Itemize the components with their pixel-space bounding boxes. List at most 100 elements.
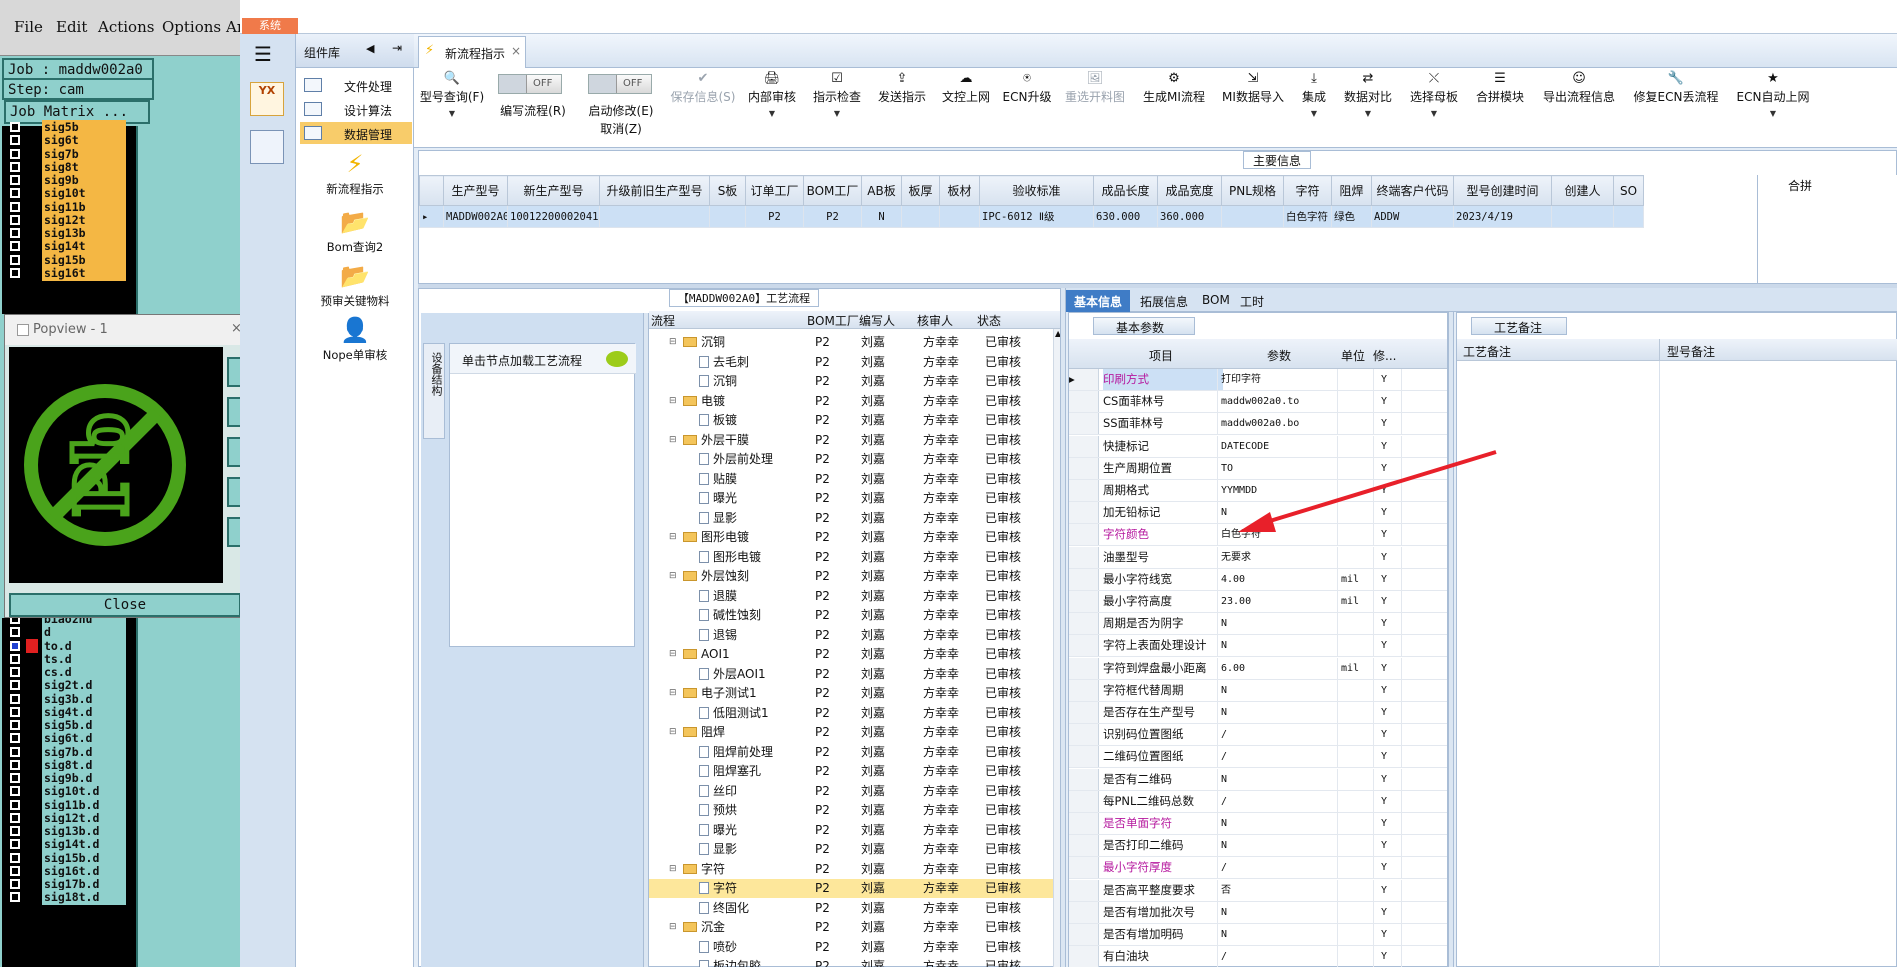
main-info-header[interactable]: 字符 — [1283, 175, 1332, 206]
tree-row[interactable]: 曝光 P2 刘嘉 方幸幸 已审核 — [649, 489, 1053, 508]
main-info-header[interactable]: 新生产型号 — [507, 175, 600, 206]
main-info-cell[interactable] — [1613, 205, 1644, 228]
tool-nope-review[interactable]: 👤 Nope单审核 — [296, 316, 414, 363]
tree-row[interactable]: 喷砂 P2 刘嘉 方幸幸 已审核 — [649, 938, 1053, 957]
popview-canvas[interactable]: Pb — [9, 347, 223, 583]
layer-checkbox[interactable] — [10, 826, 20, 836]
main-info-cell[interactable]: IPC-6012 Ⅱ级 — [979, 205, 1094, 228]
lib-item-file-processing[interactable]: 文件处理 — [300, 74, 412, 96]
param-row[interactable]: 是否打印二维码 N Y — [1069, 835, 1447, 858]
tree-row[interactable]: 板镀 P2 刘嘉 方幸幸 已审核 — [649, 411, 1053, 430]
collapse-icon[interactable]: ⊟ — [669, 333, 677, 352]
param-value[interactable]: maddw002a0.bo — [1221, 413, 1341, 434]
main-info-cell[interactable]: MADDW002A0 — [443, 205, 508, 228]
collapse-icon[interactable]: ⊟ — [669, 645, 677, 664]
param-value[interactable]: N — [1221, 835, 1341, 856]
param-row[interactable]: CS面菲林号 maddw002a0.to Y — [1069, 391, 1447, 414]
main-info-cell[interactable]: ADDW — [1371, 205, 1454, 228]
layer-checkbox[interactable] — [10, 241, 20, 252]
param-value[interactable]: N — [1221, 635, 1341, 656]
toolbar-button-13[interactable]: ☰ 合拼模块 — [1470, 68, 1530, 144]
tree-row[interactable]: 贴膜 P2 刘嘉 方幸幸 已审核 — [649, 470, 1053, 489]
yx-module-icon[interactable]: YX — [250, 82, 284, 116]
layer-checkbox[interactable] — [10, 733, 20, 744]
main-info-header[interactable]: 创建人 — [1551, 175, 1614, 206]
param-value[interactable]: / — [1221, 857, 1341, 878]
main-info-cell[interactable] — [939, 205, 980, 228]
param-value[interactable]: 6.00 — [1221, 658, 1341, 679]
comment-bubble-icon[interactable] — [606, 351, 628, 367]
tree-row[interactable]: 板边包胶 P2 刘嘉 方幸幸 已审核 — [649, 957, 1053, 967]
param-row[interactable]: 最小字符厚度 / Y — [1069, 857, 1447, 880]
tree-row[interactable]: 碱性蚀刻 P2 刘嘉 方幸幸 已审核 — [649, 606, 1053, 625]
layer-checkbox[interactable] — [10, 706, 20, 717]
param-row[interactable]: 周期是否为阴字 N Y — [1069, 613, 1447, 636]
layer-checkbox[interactable] — [10, 148, 20, 159]
craft-splitter[interactable] — [1448, 312, 1454, 967]
tool-new-flow[interactable]: ⚡ 新流程指示 — [296, 150, 414, 197]
main-info-cell[interactable]: 2023/4/19 — [1453, 205, 1552, 228]
toolbar-button-14[interactable]: ☺ 导出流程信息 — [1534, 68, 1624, 144]
layer-row[interactable]: sig18t.d — [2, 890, 152, 906]
tree-row[interactable]: 显影 P2 刘嘉 方幸幸 已审核 — [649, 509, 1053, 528]
popview-close-button[interactable]: Close — [9, 593, 241, 617]
start-modify-label[interactable]: 启动修改(E) — [580, 102, 662, 119]
layer-checkbox[interactable] — [10, 254, 20, 265]
main-info-header[interactable]: BOM工厂 — [803, 175, 862, 206]
param-row[interactable]: 是否高平整度要求 否 Y — [1069, 879, 1447, 902]
toolbar-button-15[interactable]: 🔧 修复ECN丢流程 — [1628, 68, 1724, 144]
param-row[interactable]: 是否有二维码 N Y — [1069, 768, 1447, 791]
lib-item-design-algorithm[interactable]: 设计算法 — [300, 98, 412, 120]
toolbar-button-7[interactable]: 🖼 重选开料图 — [1058, 68, 1132, 144]
main-info-header[interactable]: 阻焊 — [1331, 175, 1372, 206]
toolbar-button-5[interactable]: ☁ 文控上网 — [936, 68, 996, 144]
layer-checkbox[interactable] — [10, 122, 20, 132]
layer-checkbox[interactable] — [10, 812, 20, 823]
tab-work-hours[interactable]: 工时 — [1232, 290, 1272, 312]
layer-checkbox[interactable] — [10, 720, 20, 730]
layer-checkbox[interactable] — [10, 879, 20, 889]
tree-row[interactable]: 预烘 P2 刘嘉 方幸幸 已审核 — [649, 801, 1053, 820]
start-modify-toggle[interactable]: OFF — [588, 74, 652, 94]
param-row[interactable]: 字符框代替周期 N Y — [1069, 679, 1447, 702]
main-info-header[interactable]: 终端客户代码 — [1371, 175, 1454, 206]
layer-checkbox[interactable] — [10, 892, 20, 903]
menu-file[interactable]: File — [14, 18, 43, 36]
collapse-icon[interactable]: ⊟ — [669, 918, 677, 937]
tree-row[interactable]: ⊟ 电镀 P2 刘嘉 方幸幸 已审核 — [649, 392, 1053, 411]
layer-checkbox[interactable] — [10, 799, 20, 810]
param-row[interactable]: 最小字符高度 23.00 mil Y — [1069, 591, 1447, 613]
param-value[interactable]: N — [1221, 613, 1341, 634]
menu-edit[interactable]: Edit — [56, 18, 87, 36]
tree-row[interactable]: 显影 P2 刘嘉 方幸幸 已审核 — [649, 840, 1053, 859]
tree-row[interactable]: ⊟ 外层蚀刻 P2 刘嘉 方幸幸 已审核 — [649, 567, 1053, 586]
collapse-icon[interactable]: ⊟ — [669, 392, 677, 411]
main-info-cell[interactable] — [1221, 205, 1284, 228]
param-value[interactable]: / — [1221, 724, 1341, 745]
layer-checkbox[interactable] — [10, 693, 20, 704]
tab-basic-params[interactable]: 基本参数 — [1093, 317, 1195, 335]
param-row[interactable]: 是否单面字符 N Y — [1069, 813, 1447, 835]
collapse-icon[interactable]: ⊟ — [669, 431, 677, 450]
system-tab[interactable]: 系统 — [242, 18, 298, 34]
param-value[interactable]: / — [1221, 791, 1341, 812]
tree-row[interactable]: 外层前处理 P2 刘嘉 方幸幸 已审核 — [649, 450, 1053, 469]
layer-checkbox[interactable] — [10, 175, 20, 185]
pin-icon[interactable]: ⇥ — [392, 41, 402, 55]
tree-row[interactable]: 图形电镀 P2 刘嘉 方幸幸 已审核 — [649, 548, 1053, 567]
menu-options[interactable]: Options — [162, 18, 221, 36]
param-row[interactable]: 有白油块 / Y — [1069, 946, 1447, 967]
layer-checkbox[interactable] — [10, 667, 20, 677]
tree-row[interactable]: 外层AOI1 P2 刘嘉 方幸幸 已审核 — [649, 665, 1053, 684]
collapse-icon[interactable]: ⊟ — [669, 528, 677, 547]
param-value[interactable]: N — [1221, 680, 1341, 701]
layer-scrollbar-top[interactable] — [136, 126, 154, 314]
layer-checkbox[interactable] — [10, 228, 20, 238]
lib-item-data-management[interactable]: 数据管理 — [300, 122, 412, 144]
tree-row[interactable]: 丝印 P2 刘嘉 方幸幸 已审核 — [649, 782, 1053, 801]
tab-basic-info[interactable]: 基本信息 — [1066, 290, 1131, 312]
toolbar-button-4[interactable]: ⇪ 发送指示 — [872, 68, 932, 144]
tab-close-icon[interactable]: × — [511, 44, 521, 58]
main-info-header[interactable]: 型号创建时间 — [1453, 175, 1552, 206]
param-value[interactable]: 23.00 — [1221, 591, 1341, 612]
